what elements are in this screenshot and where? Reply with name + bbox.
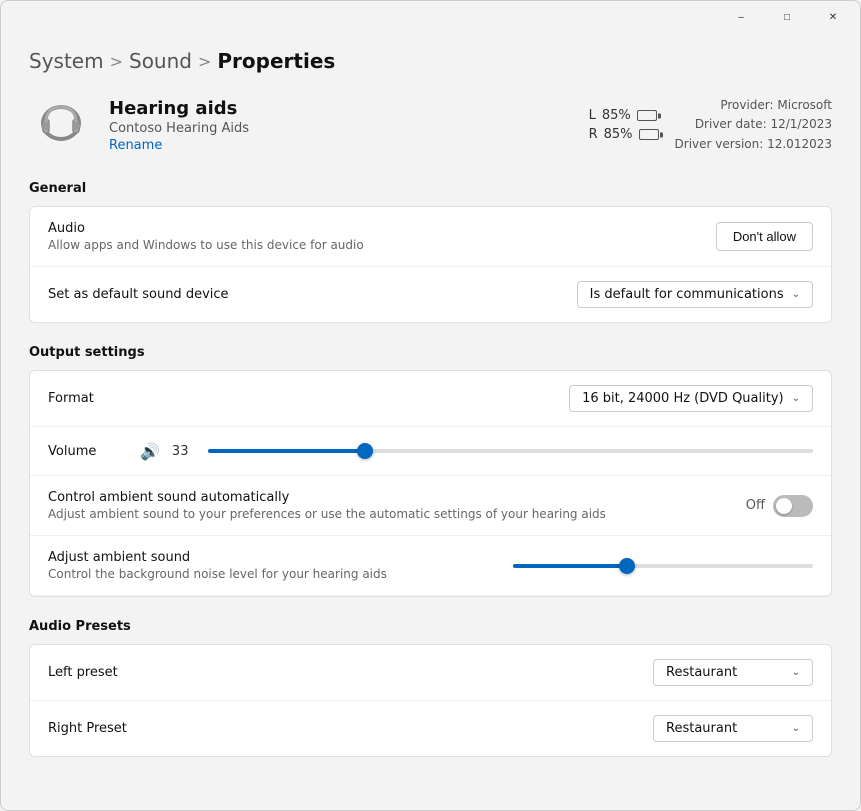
format-dropdown[interactable]: 16 bit, 24000 Hz (DVD Quality) ⌄	[569, 385, 813, 412]
dont-allow-button[interactable]: Don't allow	[716, 222, 813, 251]
control-ambient-toggle-wrapper: Off	[746, 495, 813, 517]
right-preset-dropdown[interactable]: Restaurant ⌄	[653, 715, 813, 742]
breadcrumb-sep1: >	[110, 52, 123, 71]
titlebar: – □ ✕	[1, 1, 860, 33]
adjust-ambient-info: Adjust ambient sound Control the backgro…	[48, 550, 485, 581]
volume-icon: 🔊	[140, 442, 160, 461]
control-ambient-state: Off	[746, 498, 765, 513]
battery-right-label: R	[589, 127, 598, 142]
default-device-value: Is default for communications	[590, 287, 784, 302]
volume-label: Volume	[48, 444, 128, 459]
minimize-button[interactable]: –	[718, 1, 764, 33]
format-chevron-icon: ⌄	[792, 393, 800, 404]
section-output-title: Output settings	[29, 345, 832, 360]
device-info: Hearing aids Contoso Hearing Aids Rename	[109, 98, 549, 153]
maximize-button[interactable]: □	[764, 1, 810, 33]
device-subname: Contoso Hearing Aids	[109, 121, 549, 136]
right-preset-value: Restaurant	[666, 721, 737, 736]
audio-info: Audio Allow apps and Windows to use this…	[48, 221, 716, 252]
breadcrumb-sound[interactable]: Sound	[129, 49, 192, 73]
adjust-ambient-label: Adjust ambient sound	[48, 550, 485, 565]
battery-left-pct: 85%	[602, 108, 631, 123]
control-ambient-label: Control ambient sound automatically	[48, 490, 746, 505]
battery-left-label: L	[589, 108, 596, 123]
left-preset-chevron-icon: ⌄	[792, 667, 800, 678]
device-name: Hearing aids	[109, 98, 549, 119]
control-ambient-row: Control ambient sound automatically Adju…	[30, 476, 831, 536]
volume-slider-fill	[208, 449, 365, 453]
left-preset-label: Left preset	[48, 665, 118, 680]
control-ambient-info: Control ambient sound automatically Adju…	[48, 490, 746, 521]
left-preset-value: Restaurant	[666, 665, 737, 680]
format-label: Format	[48, 391, 94, 406]
format-row: Format 16 bit, 24000 Hz (DVD Quality) ⌄	[30, 371, 831, 427]
ambient-slider-thumb[interactable]	[619, 558, 635, 574]
section-general-title: General	[29, 181, 832, 196]
adjust-ambient-row: Adjust ambient sound Control the backgro…	[30, 536, 831, 596]
main-content: System > Sound > Properties Hearing ai	[1, 33, 860, 810]
ambient-slider-container[interactable]	[513, 556, 813, 576]
audio-row: Audio Allow apps and Windows to use this…	[30, 207, 831, 267]
battery-row-left: L 85%	[589, 108, 659, 123]
breadcrumb-system[interactable]: System	[29, 49, 104, 73]
volume-slider-container[interactable]	[208, 441, 813, 461]
control-ambient-desc: Adjust ambient sound to your preferences…	[48, 507, 746, 521]
device-header: Hearing aids Contoso Hearing Aids Rename…	[29, 93, 832, 157]
default-device-dropdown[interactable]: Is default for communications ⌄	[577, 281, 813, 308]
default-device-row: Set as default sound device Is default f…	[30, 267, 831, 322]
right-preset-chevron-icon: ⌄	[792, 723, 800, 734]
breadcrumb-current: Properties	[217, 49, 335, 73]
audio-label: Audio	[48, 221, 716, 236]
default-device-label: Set as default sound device	[48, 287, 577, 302]
device-rename-link[interactable]: Rename	[109, 138, 549, 153]
driver-info: Provider: Microsoft Driver date: 12/1/20…	[675, 96, 832, 154]
left-preset-dropdown[interactable]: Restaurant ⌄	[653, 659, 813, 686]
volume-slider-track	[208, 449, 813, 453]
battery-left-icon	[637, 110, 657, 121]
format-value: 16 bit, 24000 Hz (DVD Quality)	[582, 391, 784, 406]
driver-date: Driver date: 12/1/2023	[675, 115, 832, 134]
battery-right-pct: 85%	[604, 127, 633, 142]
output-settings-card: Format 16 bit, 24000 Hz (DVD Quality) ⌄ …	[29, 370, 832, 597]
default-device-chevron-icon: ⌄	[792, 289, 800, 300]
control-ambient-toggle-knob	[776, 498, 792, 514]
left-preset-row: Left preset Restaurant ⌄	[30, 645, 831, 701]
right-preset-label: Right Preset	[48, 721, 127, 736]
ambient-slider-fill	[513, 564, 627, 568]
breadcrumb: System > Sound > Properties	[29, 49, 832, 73]
driver-version: Driver version: 12.012023	[675, 135, 832, 154]
audio-desc: Allow apps and Windows to use this devic…	[48, 238, 716, 252]
control-ambient-toggle[interactable]	[773, 495, 813, 517]
section-presets-title: Audio Presets	[29, 619, 832, 634]
volume-slider-thumb[interactable]	[357, 443, 373, 459]
driver-provider: Provider: Microsoft	[675, 96, 832, 115]
default-device-info: Set as default sound device	[48, 287, 577, 302]
right-preset-row: Right Preset Restaurant ⌄	[30, 701, 831, 756]
ambient-slider-track	[513, 564, 813, 568]
battery-right-icon	[639, 129, 659, 140]
battery-info: L 85% R 85%	[589, 108, 659, 142]
close-button[interactable]: ✕	[810, 1, 856, 33]
volume-number: 33	[172, 444, 196, 459]
audio-presets-card: Left preset Restaurant ⌄ Right Preset Re…	[29, 644, 832, 757]
breadcrumb-sep2: >	[198, 52, 211, 71]
battery-row-right: R 85%	[589, 127, 659, 142]
general-card: Audio Allow apps and Windows to use this…	[29, 206, 832, 323]
device-icon	[29, 93, 93, 157]
adjust-ambient-desc: Control the background noise level for y…	[48, 567, 485, 581]
volume-row: Volume 🔊 33	[30, 427, 831, 476]
